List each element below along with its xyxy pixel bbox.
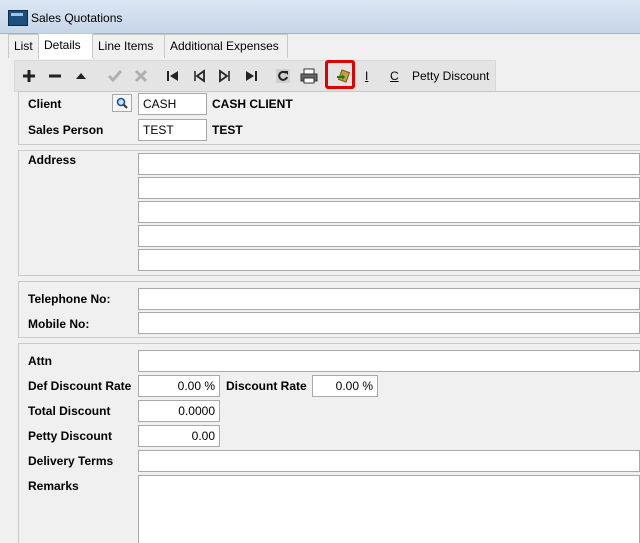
toolbar: I C Petty Discount xyxy=(14,60,496,92)
tab-details[interactable]: Details xyxy=(38,33,94,59)
def-discount-rate-label: Def Discount Rate xyxy=(28,379,132,393)
collapse-icon[interactable] xyxy=(67,62,95,90)
address-line-1-input[interactable] xyxy=(138,153,640,175)
tab-additional-expenses[interactable]: Additional Expenses xyxy=(164,34,288,58)
sales-person-label: Sales Person xyxy=(28,123,104,137)
highlight-box xyxy=(325,60,355,89)
address-line-3-input[interactable] xyxy=(138,201,640,223)
client-search-button[interactable] xyxy=(112,94,132,112)
i-button[interactable]: I xyxy=(365,69,368,83)
discount-rate-label: Discount Rate xyxy=(226,379,307,393)
add-icon[interactable] xyxy=(15,62,43,90)
confirm-icon[interactable] xyxy=(101,62,129,90)
tab-list[interactable]: List xyxy=(8,34,42,58)
tab-line-items[interactable]: Line Items xyxy=(92,34,168,58)
sales-person-code-input[interactable]: TEST xyxy=(138,119,207,141)
print-icon[interactable] xyxy=(295,62,323,90)
remove-icon[interactable] xyxy=(41,62,69,90)
address-line-5-input[interactable] xyxy=(138,249,640,271)
attn-input[interactable] xyxy=(138,350,640,372)
client-code-input[interactable]: CASH xyxy=(138,93,207,115)
title-bar: Sales Quotations xyxy=(0,0,640,34)
mobile-input[interactable] xyxy=(138,312,640,334)
total-discount-label: Total Discount xyxy=(28,404,111,418)
def-discount-rate-input[interactable]: 0.00 % xyxy=(138,375,220,397)
c-button[interactable]: C xyxy=(390,69,399,83)
delivery-terms-label: Delivery Terms xyxy=(28,454,114,468)
app-icon xyxy=(8,10,28,26)
petty-discount-input[interactable]: 0.00 xyxy=(138,425,220,447)
remarks-label: Remarks xyxy=(28,479,79,493)
first-record-icon[interactable] xyxy=(159,62,187,90)
last-record-icon[interactable] xyxy=(237,62,265,90)
telephone-label: Telephone No: xyxy=(28,292,111,306)
address-label: Address xyxy=(28,153,77,167)
remarks-textarea[interactable] xyxy=(138,475,640,543)
next-record-icon[interactable] xyxy=(211,62,239,90)
petty-discount-label: Petty Discount xyxy=(28,429,113,443)
attn-label: Attn xyxy=(28,354,52,368)
address-line-2-input[interactable] xyxy=(138,177,640,199)
window-title: Sales Quotations xyxy=(31,11,123,25)
petty-discount-button[interactable]: Petty Discount xyxy=(412,69,489,83)
telephone-input[interactable] xyxy=(138,288,640,310)
client-name: CASH CLIENT xyxy=(212,97,293,111)
delivery-terms-input[interactable] xyxy=(138,450,640,472)
previous-record-icon[interactable] xyxy=(185,62,213,90)
address-line-4-input[interactable] xyxy=(138,225,640,247)
refresh-icon[interactable] xyxy=(269,62,297,90)
sales-person-name: TEST xyxy=(212,123,243,137)
total-discount-input[interactable]: 0.0000 xyxy=(138,400,220,422)
client-label: Client xyxy=(28,97,62,111)
mobile-label: Mobile No: xyxy=(28,317,90,331)
discount-rate-input[interactable]: 0.00 % xyxy=(312,375,378,397)
cancel-icon[interactable] xyxy=(127,62,155,90)
search-icon xyxy=(116,97,128,109)
